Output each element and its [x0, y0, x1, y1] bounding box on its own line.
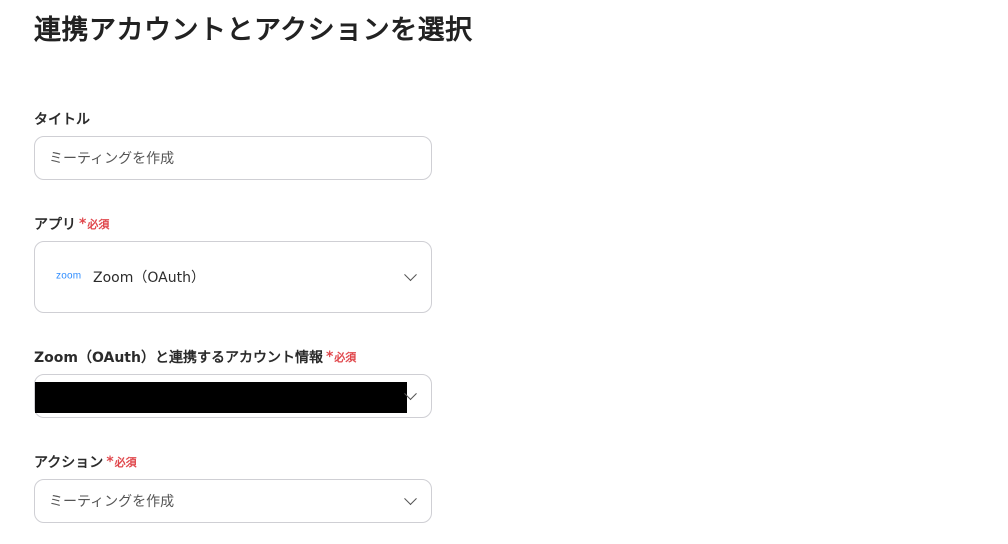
- account-select[interactable]: [34, 374, 432, 418]
- required-badge: 必須: [87, 218, 110, 231]
- account-label-text: Zoom（OAuth）と連携するアカウント情報: [34, 350, 323, 366]
- redacted-account-value: [35, 382, 407, 413]
- action-select[interactable]: ミーティングを作成: [34, 479, 432, 523]
- action-field-label: アクション * 必須: [34, 452, 137, 472]
- title-input-value: ミーティングを作成: [49, 151, 175, 167]
- title-label-text: タイトル: [34, 112, 90, 128]
- action-select-value: ミーティングを作成: [49, 494, 175, 510]
- zoom-logo-icon: zoom: [56, 270, 82, 282]
- page-title: 連携アカウントとアクションを選択: [34, 15, 473, 46]
- title-input[interactable]: ミーティングを作成: [34, 136, 432, 180]
- required-asterisk: *: [79, 216, 87, 232]
- chevron-down-icon: [404, 268, 417, 282]
- app-select[interactable]: zoom Zoom（OAuth）: [34, 241, 432, 313]
- app-label-text: アプリ: [34, 217, 76, 233]
- title-field-label: タイトル: [34, 109, 90, 129]
- chevron-down-icon: [404, 492, 417, 506]
- required-badge: 必須: [114, 456, 137, 469]
- account-field-label: Zoom（OAuth）と連携するアカウント情報 * 必須: [34, 347, 356, 367]
- required-asterisk: *: [106, 454, 114, 470]
- app-field-label: アプリ * 必須: [34, 214, 109, 234]
- required-asterisk: *: [325, 349, 334, 365]
- action-label-text: アクション: [34, 455, 104, 471]
- required-badge: 必須: [334, 351, 357, 364]
- app-select-value: Zoom（OAuth）: [93, 270, 205, 286]
